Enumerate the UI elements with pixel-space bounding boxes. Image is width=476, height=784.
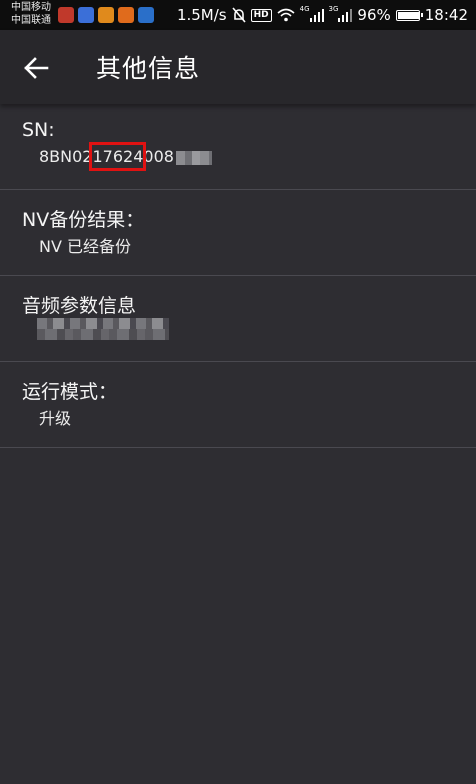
wifi-icon <box>277 8 295 22</box>
sn-label: SN: <box>22 119 55 141</box>
carrier-info: 中国移动 中国联通 <box>11 1 51 27</box>
info-list: SN: 8BN0217624008 NV备份结果： NV 已经备份 音频参数信息… <box>0 104 476 448</box>
list-item-run-mode: 运行模式： 升级 <box>0 362 476 448</box>
signal-icon <box>309 9 324 22</box>
audio-params-label: 音频参数信息 <box>22 295 137 317</box>
hd-badge: HD <box>250 8 272 22</box>
back-button[interactable] <box>20 52 52 84</box>
list-item-audio-params: 音频参数信息 <box>0 276 476 362</box>
battery-icon <box>395 9 423 21</box>
notification-app-icon <box>98 7 114 23</box>
notification-app-icon <box>58 7 74 23</box>
sn-value: 8BN0217624008 <box>39 142 212 171</box>
clock: 18:42 <box>424 6 468 24</box>
list-item-sn: SN: 8BN0217624008 <box>0 104 476 190</box>
sn-value-highlight: 17624 <box>89 142 147 171</box>
nv-backup-label: NV备份结果： <box>22 209 145 231</box>
run-mode-label: 运行模式： <box>22 381 118 403</box>
net-type-3g: 3G <box>328 5 339 13</box>
run-mode-value: 升级 <box>39 409 72 428</box>
redacted-block <box>37 318 169 340</box>
sn-value-suffix: 008 <box>143 147 174 166</box>
carrier-1: 中国移动 <box>11 2 51 13</box>
sn-value-prefix: 8BN02 <box>39 147 93 166</box>
status-bar: 中国移动 中国联通 1.5M/s HD 4G 3G 96% 18:42 <box>0 0 476 30</box>
net-type-4g: 4G <box>299 5 310 13</box>
mute-icon <box>232 7 246 23</box>
redacted-block <box>175 150 212 165</box>
status-indicators: 1.5M/s HD 4G 3G 96% 18:42 <box>177 4 468 26</box>
list-item-nv-backup: NV备份结果： NV 已经备份 <box>0 190 476 276</box>
network-speed: 1.5M/s <box>176 6 227 24</box>
notification-app-icon <box>138 7 154 23</box>
carrier-2: 中国联通 <box>11 15 51 26</box>
battery-percent: 96% <box>357 6 391 24</box>
notification-icons <box>58 7 154 23</box>
page-title: 其他信息 <box>96 54 201 83</box>
notification-app-icon <box>78 7 94 23</box>
nv-backup-value: NV 已经备份 <box>39 237 132 256</box>
toolbar: 其他信息 <box>0 30 476 104</box>
signal-icon <box>338 9 353 22</box>
notification-app-icon <box>118 7 134 23</box>
arrow-left-icon <box>24 57 49 79</box>
